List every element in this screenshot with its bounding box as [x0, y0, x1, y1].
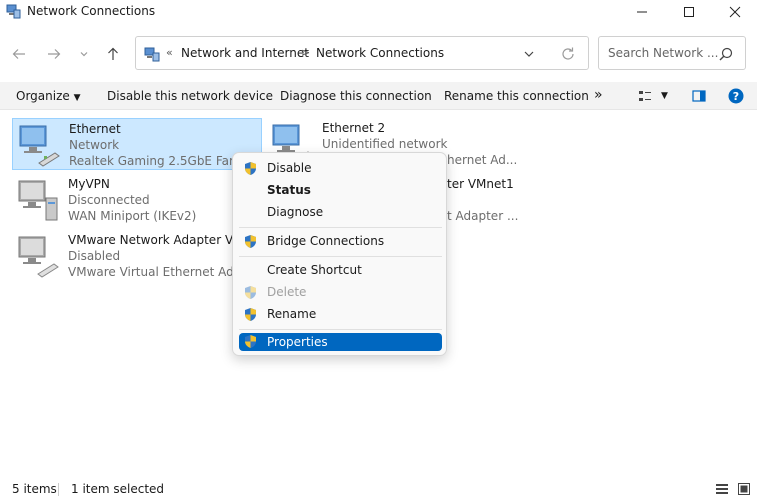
menu-item-label: Create Shortcut	[267, 263, 362, 277]
minimize-icon	[637, 11, 647, 13]
rename-connection-button[interactable]: Rename this connection	[444, 89, 589, 103]
menu-item-disable[interactable]: Disable	[239, 158, 442, 179]
close-button[interactable]	[712, 0, 757, 24]
more-commands-button[interactable]: »	[594, 87, 603, 103]
chevron-down-icon	[524, 51, 534, 57]
menu-item-label: Bridge Connections	[267, 234, 385, 248]
menu-item-label: Rename	[267, 307, 317, 321]
view-options-dropdown-icon[interactable]: ▼	[661, 91, 668, 101]
menu-item-create-shortcut[interactable]: Create Shortcut	[239, 260, 442, 281]
uac-shield-icon	[245, 286, 256, 299]
ethernet-adapter-disabled-icon	[16, 234, 60, 278]
up-button[interactable]	[101, 42, 125, 66]
vpn-adapter-icon	[16, 178, 60, 222]
back-arrow-icon	[12, 49, 25, 59]
address-bar[interactable]: « Network and Internet > Network Connect…	[135, 36, 589, 70]
large-icons-view-icon[interactable]	[737, 482, 751, 496]
refresh-icon	[562, 47, 574, 60]
search-input[interactable]: Search Network ...	[598, 36, 746, 70]
network-connections-icon	[144, 46, 160, 62]
network-connections-icon	[6, 4, 21, 19]
uac-shield-icon	[245, 235, 256, 248]
breadcrumb-network-and-internet[interactable]: Network and Internet	[181, 46, 309, 60]
chevron-down-icon	[80, 52, 88, 57]
uac-shield-icon	[245, 162, 256, 175]
breadcrumb-network-connections[interactable]: Network Connections	[316, 46, 444, 60]
menu-separator	[239, 227, 442, 228]
vmnet1-name-partial: ter VMnet1	[447, 177, 514, 191]
menu-separator	[239, 256, 442, 257]
connection-name: MyVPN	[68, 177, 110, 191]
help-icon[interactable]: ?	[728, 88, 744, 104]
search-icon	[719, 47, 733, 61]
organize-menu[interactable]: Organize ▼	[16, 89, 81, 103]
menu-item-properties[interactable]: Properties	[239, 333, 442, 351]
disable-device-button[interactable]: Disable this network device	[107, 89, 273, 103]
connection-item-ethernet[interactable]: Ethernet Network Realtek Gaming 2.5GbE F…	[12, 118, 262, 170]
diagnose-connection-button[interactable]: Diagnose this connection	[280, 89, 432, 103]
address-dropdown-button[interactable]	[522, 47, 536, 61]
menu-item-status[interactable]: Status	[239, 180, 442, 201]
status-divider	[58, 483, 59, 496]
connection-name: Ethernet 2	[322, 121, 386, 135]
menu-item-label: Status	[267, 183, 311, 197]
search-placeholder: Search Network ...	[608, 46, 719, 60]
status-bar: 5 items 1 item selected	[0, 478, 757, 501]
connection-item-myvpn[interactable]: MyVPN Disconnected WAN Miniport (IKEv2)	[12, 174, 262, 226]
vmnet1-device-partial: t Adapter ...	[447, 209, 519, 223]
connection-device: WAN Miniport (IKEv2)	[68, 209, 197, 223]
menu-item-bridge-connections[interactable]: Bridge Connections	[239, 231, 442, 252]
context-menu: Disable Status Diagnose Bridge Connectio…	[232, 152, 447, 356]
navigation-bar: « Network and Internet > Network Connect…	[0, 34, 757, 74]
ethernet-adapter-icon	[17, 123, 61, 167]
menu-separator	[239, 329, 442, 330]
maximize-button[interactable]	[666, 0, 712, 24]
uac-shield-icon	[245, 308, 256, 321]
menu-item-rename[interactable]: Rename	[239, 304, 442, 325]
preview-pane-icon[interactable]	[692, 89, 706, 103]
breadcrumb-separator[interactable]: >	[301, 46, 310, 59]
connection-device: Realtek Gaming 2.5GbE Family	[69, 154, 255, 168]
minimize-button[interactable]	[619, 0, 665, 24]
svg-text:?: ?	[733, 90, 739, 103]
connection-status: Disabled	[68, 249, 121, 263]
change-view-icon[interactable]	[638, 89, 652, 103]
address-overflow[interactable]: «	[166, 46, 173, 59]
close-icon	[729, 6, 741, 18]
recent-locations-button[interactable]	[72, 42, 96, 66]
dropdown-arrow-icon: ▼	[73, 93, 81, 103]
organize-label: Organize	[16, 89, 70, 103]
connection-name: Ethernet	[69, 122, 121, 136]
command-bar: Organize ▼ Disable this network device D…	[0, 82, 757, 110]
window-title: Network Connections	[27, 4, 156, 18]
connection-item-vmware-vmnet1[interactable]: VMware Network Adapter VMnet1 Disabled V…	[12, 230, 271, 282]
menu-item-label: Diagnose	[267, 205, 324, 219]
back-button[interactable]	[7, 42, 31, 66]
uac-shield-icon	[245, 335, 256, 348]
forward-button[interactable]	[42, 42, 66, 66]
maximize-icon	[684, 7, 694, 17]
forward-arrow-icon	[48, 49, 61, 59]
refresh-button[interactable]	[560, 46, 576, 62]
menu-item-label: Disable	[267, 161, 312, 175]
connection-status: Unidentified network	[322, 137, 448, 151]
title-bar: Network Connections	[0, 0, 757, 24]
details-view-icon[interactable]	[715, 482, 729, 496]
menu-item-label: Delete	[267, 285, 307, 299]
selection-count: 1 item selected	[71, 482, 165, 496]
up-arrow-icon	[108, 47, 118, 60]
menu-item-label: Properties	[267, 335, 328, 349]
connection-status: Network	[69, 138, 120, 152]
item-count: 5 items	[12, 482, 57, 496]
ethernet-2-device-partial: hernet Ad...	[447, 153, 518, 167]
menu-item-delete[interactable]: Delete	[239, 282, 442, 303]
connection-status: Disconnected	[68, 193, 150, 207]
menu-item-diagnose[interactable]: Diagnose	[239, 202, 442, 223]
